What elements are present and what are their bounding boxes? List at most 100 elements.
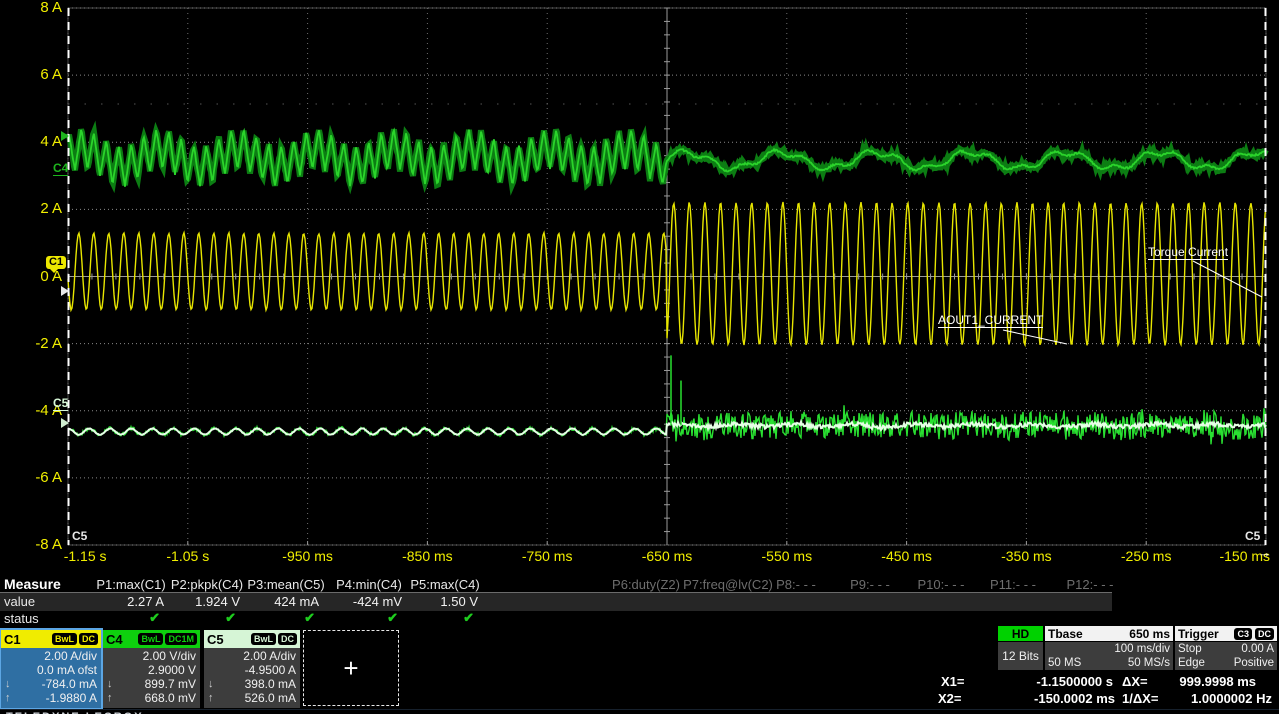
- measure-value-5: 1.50 V: [440, 594, 478, 609]
- cursor-x1-value: -1.1500000 s: [1036, 674, 1113, 689]
- arrow-up-icon: ↑: [5, 691, 11, 705]
- x-axis-label: -450 ms: [881, 548, 932, 564]
- x-axis-label: -350 ms: [1001, 548, 1052, 564]
- cursor-invdx-value: 1.0000002 Hz: [1191, 691, 1272, 706]
- measure-param-12[interactable]: P12:- - -: [1067, 577, 1114, 592]
- measure-section-title: Measure: [4, 576, 61, 592]
- arrow-down-icon: ↓: [208, 677, 214, 691]
- cursor-dx-value: 999.9998 ms: [1179, 674, 1256, 689]
- hd-label: HD: [998, 626, 1043, 641]
- channel-max-value: 668.0 mV: [145, 691, 196, 705]
- x-axis-label: -250 ms: [1121, 548, 1172, 564]
- channel-badge-dc1m: DC1M: [165, 633, 197, 645]
- add-trace-box[interactable]: +: [303, 630, 399, 706]
- hd-mode-box[interactable]: HD 12 Bits: [998, 626, 1043, 671]
- y-axis-label: 2 A: [0, 201, 62, 216]
- trace-label-c5[interactable]: C5: [53, 397, 68, 411]
- trigger-type: Edge: [1178, 656, 1205, 670]
- channel-offset: 2.9000 V: [107, 663, 196, 677]
- cursor-x2-label: X2=: [938, 691, 962, 706]
- measure-param-10[interactable]: P10:- - -: [918, 577, 965, 592]
- channel-badge-bwl: BwL: [52, 633, 77, 645]
- measure-param-7[interactable]: P7:freq@lv(C2): [683, 577, 773, 592]
- x-axis-label: -950 ms: [282, 548, 333, 564]
- measure-param-2[interactable]: P2:pkpk(C4): [171, 577, 243, 592]
- timebase-offset: 650 ms: [1129, 627, 1170, 641]
- arrow-up-icon: ↑: [107, 691, 113, 705]
- annotation-pointer-torque: [1193, 261, 1262, 297]
- trigger-coupling-badge: DC: [1255, 628, 1274, 640]
- oscilloscope-screen: 8 A6 A4 A2 A0 A-2 A-4 A-6 A-8 A -1.15 s-…: [0, 0, 1279, 714]
- channel-id: C5: [207, 632, 224, 647]
- measure-param-9[interactable]: P9:- - -: [850, 577, 890, 592]
- cursor-invdx-label: 1/ΔX=: [1122, 691, 1158, 706]
- measure-status-row-label: status: [4, 611, 39, 626]
- trigger-title: Trigger: [1178, 627, 1219, 641]
- x-axis-label: -1.15 s: [64, 548, 107, 564]
- x-axis-label: -550 ms: [762, 548, 813, 564]
- trigger-box[interactable]: Trigger C3 DC Stop 0.00 A Edge Positive: [1175, 626, 1277, 671]
- measure-value-4: -424 mV: [353, 594, 402, 609]
- channel-offset: 0.0 mA ofst: [5, 663, 97, 677]
- status-check-icon: ✔: [387, 610, 398, 626]
- channel-box-c5[interactable]: C5BwLDC2.00 A/div-4.9500 A↓398.0 mA↑526.…: [204, 630, 300, 708]
- trigger-source-badge: C3: [1234, 628, 1252, 640]
- cursor-x1-label: X1=: [941, 674, 965, 689]
- grid-corner-label-left: C5: [72, 529, 87, 543]
- annotation-torque-current[interactable]: Torque Current: [1148, 245, 1228, 260]
- measure-value-2: 1.924 V: [195, 594, 240, 609]
- y-axis-label: -2 A: [0, 336, 62, 351]
- timebase-rate: 50 MS/s: [1128, 656, 1170, 670]
- measure-param-4[interactable]: P4:min(C4): [336, 577, 402, 592]
- y-axis-label: -6 A: [0, 470, 62, 485]
- channel-min-value: 398.0 mA: [245, 677, 296, 691]
- status-check-icon: ✔: [149, 610, 160, 626]
- channel-box-c4[interactable]: C4BwLDC1M2.00 V/div2.9000 V↓899.7 mV↑668…: [103, 630, 200, 708]
- channel-scale: 2.00 A/div: [5, 649, 97, 663]
- y-axis-label: -8 A: [0, 537, 62, 552]
- measure-value-row-label: value: [4, 594, 35, 609]
- timebase-scale: 100 ms/div: [1114, 642, 1170, 656]
- status-check-icon: ✔: [304, 610, 315, 626]
- cursor-x2-value: -150.0002 ms: [1034, 691, 1115, 706]
- x2-cursor-arrow[interactable]: →: [1258, 545, 1271, 560]
- channel-scale: 2.00 A/div: [208, 649, 296, 663]
- measure-param-6[interactable]: P6:duty(Z2): [612, 577, 680, 592]
- channel-scale: 2.00 V/div: [107, 649, 196, 663]
- channel-badge-dc: DC: [278, 633, 297, 645]
- x-axis-label: -1.05 s: [166, 548, 209, 564]
- arrow-down-icon: ↓: [5, 677, 11, 691]
- cursor-dx-label: ΔX=: [1122, 674, 1148, 689]
- y-axis-label: 4 A: [0, 134, 62, 149]
- trace-label-c1[interactable]: C1: [46, 256, 66, 269]
- x-axis-label: -750 ms: [522, 548, 573, 564]
- measure-param-11[interactable]: P11:- - -: [990, 577, 1036, 592]
- arrow-down-icon: ↓: [107, 677, 113, 691]
- waveform-plot[interactable]: [0, 0, 1279, 570]
- hd-bits: 12 Bits: [998, 642, 1043, 670]
- grid-corner-label-right: C5: [1245, 529, 1260, 543]
- channel-box-c1[interactable]: C1BwLDC2.00 A/div0.0 mA ofst↓-784.0 mA↑-…: [1, 630, 101, 708]
- channel-id: C1: [4, 632, 21, 647]
- channel-min-value: -784.0 mA: [42, 677, 97, 691]
- measure-param-1[interactable]: P1:max(C1): [96, 577, 165, 592]
- channel-max-value: 526.0 mA: [245, 691, 296, 705]
- channel-offset: -4.9500 A: [208, 663, 296, 677]
- trigger-level: 0.00 A: [1241, 642, 1274, 656]
- x-axis-label: -650 ms: [642, 548, 693, 564]
- waveform-display[interactable]: 8 A6 A4 A2 A0 A-2 A-4 A-6 A-8 A -1.15 s-…: [0, 0, 1279, 570]
- annotation-aout1-current[interactable]: AOUT1_CURRENT: [938, 313, 1043, 328]
- status-check-icon: ✔: [463, 610, 474, 626]
- channel-badge-bwl: BwL: [138, 633, 163, 645]
- measure-param-8[interactable]: P8:- - -: [776, 577, 816, 592]
- measure-param-5[interactable]: P5:max(C4): [410, 577, 479, 592]
- trace-label-c4[interactable]: C4: [53, 162, 68, 176]
- timebase-box[interactable]: Tbase 650 ms 100 ms/div 50 MS 50 MS/s: [1045, 626, 1173, 671]
- channel-badge-dc: DC: [79, 633, 98, 645]
- channel-min-value: 899.7 mV: [145, 677, 196, 691]
- bottom-bar: TELEDYNE LECROY: [0, 709, 1279, 714]
- plus-icon: +: [343, 653, 358, 684]
- trigger-slope: Positive: [1234, 656, 1274, 670]
- x-axis-label: -850 ms: [402, 548, 453, 564]
- measure-param-3[interactable]: P3:mean(C5): [247, 577, 324, 592]
